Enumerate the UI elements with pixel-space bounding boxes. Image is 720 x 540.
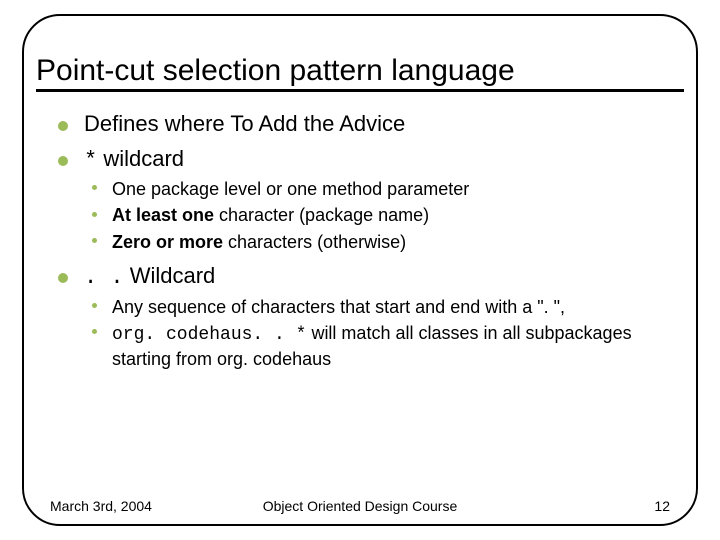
sub-at-least-one-rest: character (package name): [214, 205, 429, 225]
bullet-dotdot-wildcard-text: Wildcard: [124, 263, 216, 288]
code-org-codehaus: org. codehaus. . *: [112, 325, 306, 345]
code-dotdot: . .: [84, 265, 124, 290]
sub-any-sequence: Any sequence of characters that start an…: [84, 295, 670, 319]
code-star: *: [84, 148, 97, 173]
bullet-defines: Defines where To Add the Advice: [50, 110, 670, 139]
bullet-list: Defines where To Add the Advice * wildca…: [50, 110, 670, 372]
slide-title: Point-cut selection pattern language: [36, 54, 684, 92]
sub-one-package-text: One package level or one method paramete…: [112, 179, 469, 199]
slide-content: Defines where To Add the Advice * wildca…: [50, 110, 670, 372]
bullet-dotdot-wildcard: . . Wildcard Any sequence of characters …: [50, 262, 670, 371]
sublist-dotdot: Any sequence of characters that start an…: [84, 295, 670, 372]
sub-zero-or-more-rest: characters (otherwise): [223, 232, 406, 252]
slide-footer: March 3rd, 2004 Object Oriented Design C…: [50, 498, 670, 514]
bullet-star-wildcard: * wildcard One package level or one meth…: [50, 145, 670, 254]
sub-zero-or-more: Zero or more characters (otherwise): [84, 230, 670, 254]
sub-one-package: One package level or one method paramete…: [84, 177, 670, 201]
slide: Point-cut selection pattern language Def…: [0, 0, 720, 540]
sub-org-codehaus: org. codehaus. . * will match all classe…: [84, 321, 670, 372]
sub-at-least-one-strong: At least one: [112, 205, 214, 225]
sublist-star: One package level or one method paramete…: [84, 177, 670, 254]
sub-any-sequence-text: Any sequence of characters that start an…: [112, 297, 565, 317]
sub-at-least-one: At least one character (package name): [84, 203, 670, 227]
bullet-defines-text: Defines where To Add the Advice: [84, 111, 405, 136]
bullet-star-wildcard-text: wildcard: [97, 146, 184, 171]
sub-zero-or-more-strong: Zero or more: [112, 232, 223, 252]
footer-course: Object Oriented Design Course: [50, 498, 670, 514]
